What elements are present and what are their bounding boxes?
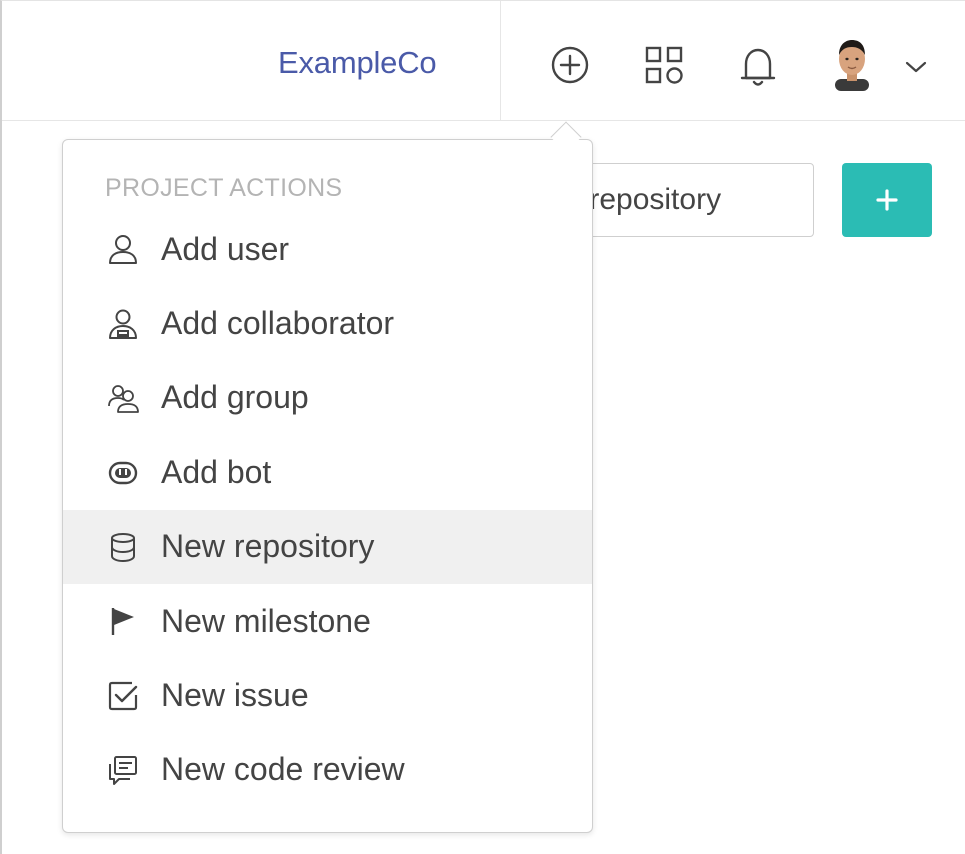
database-icon — [105, 529, 141, 565]
top-header: ExampleCo — [2, 1, 965, 121]
menu-item-new-issue[interactable]: New issue — [63, 658, 592, 732]
menu-item-add-bot[interactable]: Add bot — [63, 435, 592, 509]
checkbox-icon — [105, 678, 141, 714]
menu-item-new-milestone[interactable]: New milestone — [63, 584, 592, 658]
flag-icon — [105, 603, 141, 639]
menu-item-add-group[interactable]: Add group — [63, 361, 592, 435]
chevron-down-icon[interactable] — [900, 55, 932, 79]
plus-icon — [876, 189, 898, 211]
collaborator-icon — [105, 306, 141, 342]
code-review-icon — [105, 752, 141, 788]
user-icon — [105, 231, 141, 267]
avatar[interactable] — [828, 35, 876, 91]
menu-item-label: Add user — [161, 230, 290, 267]
plus-circle-icon[interactable] — [548, 43, 592, 87]
menu-item-label: Add collaborator — [161, 305, 395, 342]
bell-icon[interactable] — [734, 41, 782, 91]
menu-item-new-repository[interactable]: New repository — [63, 509, 592, 584]
menu-item-label: New repository — [161, 528, 375, 565]
group-icon — [105, 380, 141, 416]
project-actions-dropdown: PROJECT ACTIONS Add user Add collaborato… — [62, 139, 593, 833]
bot-icon — [105, 454, 141, 490]
apps-grid-icon[interactable] — [640, 41, 688, 89]
page: ExampleCo New repository PROJECT ACTIONS… — [0, 0, 965, 854]
menu-item-add-collaborator[interactable]: Add collaborator — [63, 286, 592, 360]
menu-item-new-code-review[interactable]: New code review — [63, 733, 592, 807]
menu-item-label: New milestone — [161, 602, 371, 639]
menu-item-label: Add bot — [161, 453, 272, 490]
add-button[interactable] — [842, 163, 932, 237]
dropdown-heading: PROJECT ACTIONS — [105, 174, 343, 202]
menu-list: Add user Add collaborator Add group Add … — [63, 212, 592, 807]
menu-item-add-user[interactable]: Add user — [63, 212, 592, 286]
menu-item-label: Add group — [161, 379, 309, 416]
menu-item-label: New code review — [161, 751, 405, 788]
org-name-link[interactable]: ExampleCo — [278, 45, 437, 81]
header-divider — [500, 1, 501, 121]
menu-item-label: New issue — [161, 677, 309, 714]
